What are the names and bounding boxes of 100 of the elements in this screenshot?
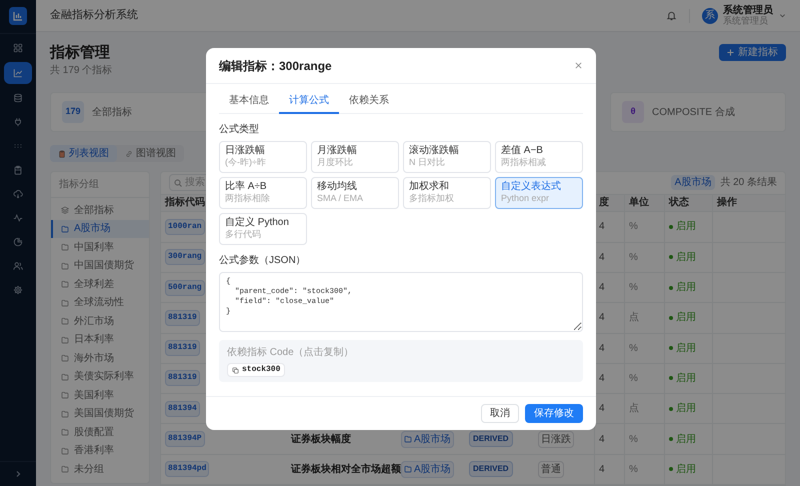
cancel-button[interactable]: 取消: [481, 404, 519, 423]
logo-icon: [9, 7, 27, 25]
table-cell-text: 4: [599, 432, 605, 447]
folder-icon: [61, 280, 69, 288]
table-cell-text: 4: [599, 311, 605, 326]
table-cell-text: %: [629, 432, 638, 447]
group-item[interactable]: 外汇市场: [51, 312, 149, 330]
dialog-tab[interactable]: 基本信息: [219, 88, 279, 114]
code-tag: 881394P: [165, 431, 205, 448]
filter-tag: A股市场: [670, 175, 716, 190]
section-label: 公式参数（JSON）: [219, 254, 307, 268]
status-label: 启用: [669, 219, 696, 234]
code-tag: 881319: [165, 310, 200, 326]
folder-icon: [404, 435, 412, 444]
indicator-name: 证券板块幅度: [291, 432, 351, 447]
code-tag: 1000ran: [165, 218, 205, 235]
view-tab[interactable]: 图谱视图: [117, 145, 184, 162]
group-item[interactable]: 中国利率: [51, 238, 149, 256]
new-indicator-button[interactable]: 新建指标: [719, 44, 786, 61]
code-tag: 881394pd: [165, 461, 210, 478]
table-cell-text: 4: [599, 281, 605, 296]
table-cell-text: 4: [599, 250, 605, 265]
formula-type-option[interactable]: 差值 A−B 两指标相减: [495, 141, 583, 173]
group-item[interactable]: 美债实际利率: [51, 368, 149, 386]
users-icon: [13, 261, 23, 271]
formula-type-option[interactable]: 自定义表达式 Python expr: [495, 177, 583, 209]
dependency-label: 依赖指标 Code（点击复制）: [227, 346, 355, 360]
folder-icon: [61, 465, 69, 474]
app-title: 金融指标分析系统: [50, 8, 138, 24]
table-cell-text: %: [629, 281, 638, 296]
avatar[interactable]: 系: [702, 8, 718, 24]
group-item[interactable]: 美国国债期货: [51, 404, 149, 423]
group-item[interactable]: 中国国债期货: [51, 256, 149, 275]
nav-item[interactable]: [4, 62, 32, 84]
copy-icon: [232, 366, 239, 374]
status-label: 启用: [669, 370, 696, 386]
panel-title: 指标分组: [51, 172, 149, 198]
folder-icon: [404, 465, 412, 474]
folder-icon: [61, 224, 69, 233]
formula-type-option[interactable]: 日涨跌幅 (今-昨)÷昨: [219, 141, 307, 173]
settings-icon: [13, 285, 23, 295]
close-button[interactable]: [573, 60, 583, 70]
stat-label: 全部指标: [92, 106, 132, 120]
count-badge: 179: [62, 101, 84, 123]
group-tag: A股市场: [401, 430, 454, 448]
clipboard-icon: [13, 165, 23, 175]
folder-icon: [61, 298, 69, 307]
user-role: 系统管理员: [723, 16, 768, 26]
stat-label: COMPOSITE 合成: [652, 106, 735, 120]
group-item[interactable]: 海外市场: [51, 349, 149, 368]
table-cell-text: 点: [629, 402, 639, 416]
pulse-icon: [13, 213, 23, 223]
status-label: 启用: [669, 250, 696, 265]
expand-button[interactable]: [14, 470, 22, 478]
result-count: 共 20 条结果: [720, 176, 777, 190]
group-item[interactable]: 香港利率: [51, 442, 149, 460]
table-cell-text: %: [629, 342, 638, 356]
chart-icon: [13, 68, 23, 78]
dialog-tab[interactable]: 计算公式: [279, 88, 339, 114]
group-item[interactable]: 全球流动性: [51, 294, 149, 312]
status-label: 启用: [669, 340, 696, 356]
folder-icon: [61, 410, 69, 418]
column-header: 度: [599, 195, 609, 210]
status-label: 启用: [669, 280, 696, 296]
code-tag: 881394: [165, 400, 200, 417]
group-item[interactable]: A股市场: [51, 220, 149, 238]
chevron-down-icon[interactable]: [779, 12, 786, 19]
code-tag: 881319: [165, 340, 200, 356]
formula-type-option[interactable]: 滚动涨跌幅 N 日对比: [403, 141, 491, 173]
table-cell-text: %: [629, 462, 638, 477]
type-tag: DERIVED: [469, 461, 513, 478]
group-item[interactable]: 未分组: [51, 460, 149, 478]
type-tag: DERIVED: [469, 431, 513, 448]
group-item[interactable]: 全部指标: [51, 201, 149, 220]
folder-icon: [61, 317, 69, 326]
code-tag: 500rang: [165, 280, 205, 296]
bell-icon[interactable]: [666, 10, 677, 21]
group-item[interactable]: 日本利率: [51, 330, 149, 349]
user-name: 系统管理员: [723, 4, 773, 16]
formula-type-option[interactable]: 加权求和 多指标加权: [403, 177, 491, 209]
dependency-chip[interactable]: stock300: [227, 363, 286, 377]
group-item[interactable]: 股债配置: [51, 423, 149, 442]
view-tab[interactable]: 列表视图: [50, 145, 117, 162]
save-button[interactable]: 保存修改: [525, 404, 583, 423]
code-tag: 881319: [165, 370, 200, 386]
table-cell-text: 点: [629, 310, 639, 326]
group-item[interactable]: 全球利差: [51, 275, 149, 294]
formula-type-option[interactable]: 移动均线 SMA / EMA: [311, 177, 399, 209]
column-header: 指标代码: [165, 196, 205, 210]
folder-icon: [61, 428, 69, 436]
page-title: 指标管理: [50, 44, 111, 62]
table-cell-text: 4: [599, 402, 605, 416]
group-item[interactable]: 美国利率: [51, 386, 149, 404]
dialog-tab[interactable]: 依赖关系: [339, 88, 399, 114]
formula-type-option[interactable]: 月涨跌幅 月度环比: [311, 141, 399, 173]
table-cell-text: 4: [599, 462, 605, 477]
formula-type-option[interactable]: 自定义 Python 多行代码: [219, 213, 307, 245]
formula-type-option[interactable]: 比率 A÷B 两指标相除: [219, 177, 307, 209]
folder-icon: [61, 446, 69, 455]
pie-chart-icon: [13, 237, 23, 247]
